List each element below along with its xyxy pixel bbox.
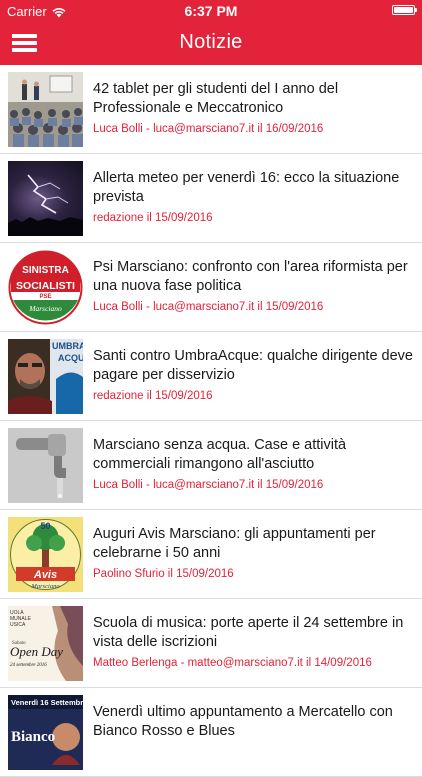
news-item[interactable]: 42 tablet per gli studenti del I anno de…: [0, 65, 422, 154]
svg-text:Open Day: Open Day: [10, 644, 63, 659]
socialisti-logo-image: SINISTRA SOCIALISTI PSE Marsciano: [8, 250, 83, 325]
news-item[interactable]: UMBRA ACQU Santi contro UmbraAcque: qual…: [0, 332, 422, 421]
news-meta: Luca Bolli - luca@marsciano7.it il 15/09…: [93, 301, 324, 313]
concert-poster-image: Venerdì 16 Settembre Bianco: [8, 695, 83, 770]
svg-text:SOCIALISTI: SOCIALISTI: [16, 280, 75, 292]
news-item[interactable]: Marsciano senza acqua. Case e attività c…: [0, 421, 422, 510]
open-day-poster-image: UOLA MUNALE USICA Sabato Open Day 24 set…: [8, 606, 83, 681]
svg-text:Marsciano: Marsciano: [30, 583, 60, 590]
news-title: Allerta meteo per venerdì 16: ecco la si…: [93, 170, 400, 205]
man-portrait-photo-image: UMBRA ACQU: [8, 339, 83, 414]
news-item[interactable]: SINISTRA SOCIALISTI PSE Marsciano Psi Ma…: [0, 243, 422, 332]
svg-text:UMBRA: UMBRA: [52, 341, 83, 351]
battery-level: [394, 7, 413, 13]
avis-logo-image: 50 Avis Marsciano: [8, 517, 83, 592]
news-title: Scuola di musica: porte aperte il 24 set…: [93, 615, 404, 650]
news-meta: Luca Bolli - luca@marsciano7.it il 16/09…: [93, 123, 324, 135]
status-time: 6:37 PM: [184, 3, 238, 19]
news-item[interactable]: Allerta meteo per venerdì 16: ecco la si…: [0, 154, 422, 243]
faucet-photo: [8, 428, 83, 503]
svg-text:Marsciano: Marsciano: [28, 304, 62, 313]
news-meta: Paolino Sfurio il 15/09/2016: [93, 568, 234, 580]
news-title: Marsciano senza acqua. Case e attività c…: [93, 437, 347, 472]
news-title: Psi Marsciano: confronto con l'area rifo…: [93, 259, 408, 294]
svg-text:SINISTRA: SINISTRA: [22, 265, 69, 276]
page-title: Notizie: [179, 31, 243, 53]
avis-logo: 50 Avis Marsciano: [8, 517, 83, 592]
classroom-photo-image: [8, 72, 83, 147]
news-title: 42 tablet per gli studenti del I anno de…: [93, 81, 339, 116]
svg-text:Bianco: Bianco: [11, 729, 55, 745]
svg-text:ACQU: ACQU: [58, 353, 83, 363]
svg-text:24 settembre 2016: 24 settembre 2016: [10, 663, 47, 668]
news-meta: Matteo Berlenga - matteo@marsciano7.it i…: [93, 657, 372, 669]
news-item[interactable]: UOLA MUNALE USICA Sabato Open Day 24 set…: [0, 599, 422, 688]
lightning-photo-image: [8, 174, 83, 236]
open-day-poster: UOLA MUNALE USICA Sabato Open Day 24 set…: [8, 606, 83, 681]
socialisti-logo: SINISTRA SOCIALISTI PSE Marsciano: [8, 250, 83, 325]
svg-text:50: 50: [40, 521, 50, 531]
svg-text:USICA: USICA: [10, 622, 26, 628]
news-item[interactable]: 50 Avis Marsciano Auguri Avis Marsciano:…: [0, 510, 422, 599]
news-title: Venerdì ultimo appuntamento a Mercatello…: [93, 704, 393, 739]
news-title: Auguri Avis Marsciano: gli appuntamenti …: [93, 526, 376, 561]
classroom-photo: [8, 72, 83, 147]
svg-text:Venerdì 16 Settembre: Venerdì 16 Settembre: [11, 698, 83, 707]
navigation-bar: Notizie: [0, 22, 422, 65]
man-portrait-photo: UMBRA ACQU: [8, 339, 83, 414]
svg-text:PSE: PSE: [39, 294, 51, 300]
news-meta: redazione il 15/09/2016: [93, 390, 213, 402]
svg-text:Avis: Avis: [33, 569, 57, 581]
status-bar: Carrier 6:37 PM: [0, 0, 422, 22]
concert-poster: Venerdì 16 Settembre Bianco: [8, 695, 83, 770]
news-title: Santi contro UmbraAcque: qualche dirigen…: [93, 348, 413, 383]
news-meta: redazione il 15/09/2016: [93, 212, 213, 224]
news-list: 42 tablet per gli studenti del I anno de…: [0, 65, 422, 777]
lightning-photo: [8, 161, 83, 236]
battery-icon: [392, 5, 417, 15]
news-meta: Luca Bolli - luca@marsciano7.it il 15/09…: [93, 479, 324, 491]
faucet-photo-image: [8, 428, 83, 503]
news-item[interactable]: Venerdì 16 Settembre Bianco Venerdì ulti…: [0, 688, 422, 777]
